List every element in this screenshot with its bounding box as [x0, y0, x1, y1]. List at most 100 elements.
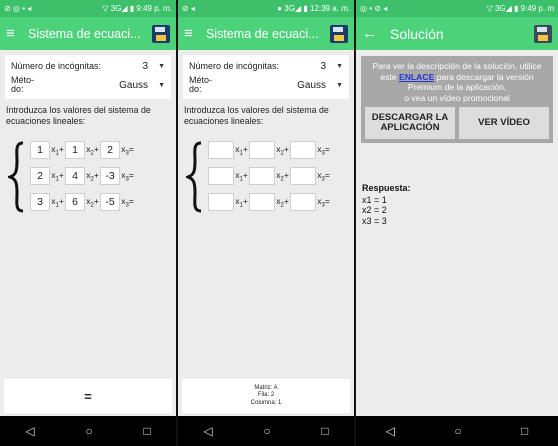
var-label: x2+ [86, 169, 99, 183]
unknowns-value: 3 [320, 60, 327, 72]
chevron-down-icon: ▼ [158, 81, 165, 89]
unknowns-select[interactable]: 3 ▼ [321, 61, 344, 72]
method-select[interactable]: Gauss ▼ [297, 80, 343, 91]
nav-bar: ◁ ○ □ [178, 416, 354, 446]
save-icon[interactable] [534, 24, 552, 43]
coef-input[interactable]: -5 [100, 193, 120, 211]
save-icon[interactable] [330, 24, 348, 43]
coef-input[interactable] [208, 141, 234, 159]
chevron-down-icon: ▼ [336, 62, 343, 70]
screen-input-filled: ⊘ ◎ ▪ ◂ ▽ 3G◢ ▮ 9:49 p. m. ≡ Sistema de … [0, 0, 176, 446]
recent-apps-icon[interactable]: □ [321, 424, 328, 438]
matrix-row: x1+ x2+ x3= [208, 167, 331, 185]
recent-apps-icon[interactable]: □ [143, 424, 150, 438]
screen-input-empty: ⊘ ◂ ● 3G◢ ▮ 12:39 a. m. ≡ Sistema de ecu… [178, 0, 354, 446]
var-label: x3= [317, 195, 330, 209]
intro-text: Introduzca los valores del sistema de ec… [184, 105, 329, 126]
coef-input[interactable] [249, 141, 275, 159]
var-label: x2+ [276, 195, 289, 209]
answer-line: x1 = 1 [362, 194, 387, 205]
status-bar: ⊘ ◎ ▪ ◂ ▽ 3G◢ ▮ 9:49 p. m. [0, 0, 176, 17]
coef-input[interactable] [290, 193, 316, 211]
home-icon[interactable]: ○ [263, 424, 270, 438]
method-label: Méto- do: [189, 75, 213, 94]
method-label: Méto- do: [11, 75, 35, 94]
unknowns-label: Número de incógnitas: [189, 61, 280, 71]
coef-input[interactable]: 3 [30, 193, 50, 211]
coef-input[interactable]: -3 [100, 167, 120, 185]
solve-button[interactable]: = [4, 379, 172, 413]
answer-line: x2 = 2 [362, 205, 387, 215]
coef-input[interactable] [249, 167, 275, 185]
var-label: x1+ [235, 169, 248, 183]
status-icons: ⊘ ◎ ▪ ◂ [4, 4, 32, 13]
back-icon[interactable]: ◁ [203, 424, 212, 438]
coefficient-matrix: x1+ x2+ x3= x1+ x2+ x3= x1+ x2+ x3= [186, 141, 354, 213]
matrix-row: 1 x1+ 1 x2+ 2 x3= [30, 141, 135, 159]
settings-card: Número de incógnitas: 3 ▼ Méto- do: Gauss… [183, 55, 349, 99]
cell-info-row: Fila: 2 [257, 392, 275, 399]
recent-apps-icon[interactable]: □ [521, 424, 528, 438]
matrix-row: x1+ x2+ x3= [208, 141, 331, 159]
coef-input[interactable] [208, 167, 234, 185]
coef-input[interactable] [290, 167, 316, 185]
menu-icon[interactable]: ≡ [6, 25, 28, 42]
home-icon[interactable]: ○ [85, 424, 92, 438]
status-icons: ⊘ ◂ [182, 4, 195, 13]
download-app-button[interactable]: DESCARGAR LA APLICACIÓN [365, 107, 455, 139]
intro-text: Introduzca los valores del sistema de ec… [6, 105, 151, 126]
download-link[interactable]: ENLACE [399, 72, 434, 82]
coef-input[interactable]: 1 [65, 141, 85, 159]
method-value: Gauss [119, 79, 149, 91]
var-label: x1+ [51, 143, 64, 157]
chevron-down-icon: ▼ [158, 62, 165, 70]
answer-line: x3 = 3 [362, 215, 387, 226]
status-bar: ⊘ ◂ ● 3G◢ ▮ 12:39 a. m. [178, 0, 354, 17]
solve-label: = [84, 388, 92, 404]
var-label: x1+ [51, 169, 64, 183]
answer-section: Respuesta: x1 = 1 x2 = 2 x3 = 3 [362, 183, 558, 226]
var-label: x2+ [86, 143, 99, 157]
premium-banner: Para ver la descripción de la solución, … [361, 56, 553, 107]
left-brace-icon [186, 141, 202, 213]
save-icon[interactable] [152, 24, 170, 43]
banner-text-3: o vea un vídeo promocional [404, 92, 510, 103]
menu-icon[interactable]: ≡ [184, 25, 206, 42]
back-icon[interactable]: ◁ [386, 424, 395, 438]
coef-input[interactable] [208, 193, 234, 211]
var-label: x2+ [276, 169, 289, 183]
screen-solution: ◎ ▪ ⊘ ◂ ▽ 3G◢ ▮ 9:49 p. m ← Solución Par… [356, 0, 558, 446]
coef-input[interactable]: 4 [65, 167, 85, 185]
coefficient-matrix: 1 x1+ 1 x2+ 2 x3= 2 x1+ 4 x2+ -3 x3= 3 x… [8, 141, 176, 213]
chevron-down-icon: ▼ [336, 81, 343, 89]
coef-input[interactable] [249, 193, 275, 211]
nav-bar: ◁ ○ □ [356, 416, 558, 446]
watch-video-button[interactable]: VER VÍDEO [459, 107, 549, 139]
matrix-row: 3 x1+ 6 x2+ -5 x3= [30, 193, 135, 211]
coef-input[interactable]: 6 [65, 193, 85, 211]
var-label: x3= [121, 143, 134, 157]
answer-title: Respuesta: [362, 183, 411, 193]
var-label: x3= [317, 143, 330, 157]
app-bar: ≡ Sistema de ecuaci... [0, 17, 176, 50]
coef-input[interactable]: 2 [30, 167, 50, 185]
matrix-row: x1+ x2+ x3= [208, 193, 331, 211]
var-label: x1+ [235, 195, 248, 209]
cell-info-panel: Matriz: A Fila: 2 Columna: 1 [182, 379, 350, 413]
banner-buttons: DESCARGAR LA APLICACIÓN VER VÍDEO [361, 107, 553, 143]
coef-input[interactable] [290, 141, 316, 159]
var-label: x1+ [235, 143, 248, 157]
coef-input[interactable]: 2 [100, 141, 120, 159]
back-arrow-icon[interactable]: ← [362, 25, 390, 42]
home-icon[interactable]: ○ [454, 424, 461, 438]
coef-input[interactable]: 1 [30, 141, 50, 159]
status-icons: ◎ ▪ ⊘ ◂ [360, 4, 388, 13]
left-brace-icon [8, 141, 24, 213]
back-icon[interactable]: ◁ [25, 424, 34, 438]
method-select[interactable]: Gauss ▼ [119, 80, 165, 91]
method-value: Gauss [297, 79, 327, 91]
var-label: x2+ [86, 195, 99, 209]
app-title: Sistema de ecuaci... [28, 26, 141, 41]
status-right: ● 3G◢ ▮ 12:39 a. m. [277, 4, 350, 13]
unknowns-select[interactable]: 3 ▼ [143, 61, 166, 72]
